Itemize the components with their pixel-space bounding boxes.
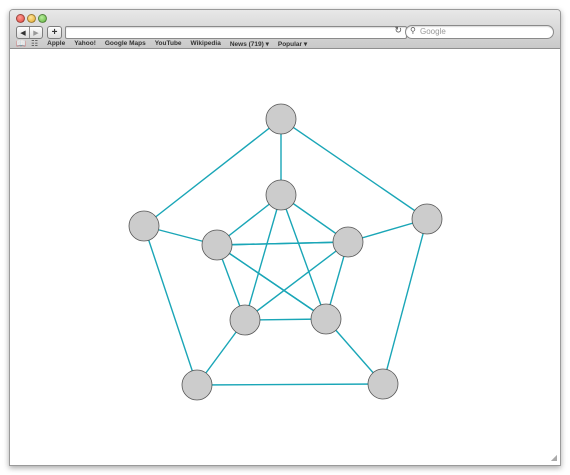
graph-edge-inner-top-inner-bottom-right xyxy=(280,194,327,320)
browser-window: ◀ ▶ + ↻ ⚲ Google 📖 ☷ Apple Yahoo! Google… xyxy=(9,9,561,466)
graph-edge-inner-bottom-left-inner-top xyxy=(244,194,282,321)
graph-edge-outer-right-outer-bottom-right xyxy=(382,218,428,385)
bookmark-popular[interactable]: Popular ▾ xyxy=(278,40,307,48)
graph-node-outer-top[interactable] xyxy=(265,103,297,135)
toolbar: ◀ ▶ + ↻ ⚲ Google 📖 ☷ Apple Yahoo! Google… xyxy=(10,10,560,49)
bookmark-news[interactable]: News (719) ▾ xyxy=(230,40,269,48)
forward-arrow-icon[interactable]: ▶ xyxy=(29,27,42,38)
add-tab-button[interactable]: + xyxy=(47,26,62,39)
graph-canvas xyxy=(128,103,443,401)
search-field[interactable]: ⚲ Google xyxy=(405,25,554,39)
bookmarks-bar: 📖 ☷ Apple Yahoo! Google Maps YouTube Wik… xyxy=(10,39,560,48)
search-placeholder: Google xyxy=(420,27,446,36)
graph-edge-outer-bottom-left-outer-left xyxy=(143,225,198,386)
graph-edge-outer-left-outer-top xyxy=(143,118,282,227)
back-arrow-icon[interactable]: ◀ xyxy=(17,27,29,38)
minimize-window-icon[interactable] xyxy=(27,14,36,23)
graph-node-outer-bottom-left[interactable] xyxy=(181,369,213,401)
bookmark-google-maps[interactable]: Google Maps xyxy=(105,40,146,47)
zoom-window-icon[interactable] xyxy=(38,14,47,23)
graph-edge-inner-right-inner-left xyxy=(216,241,349,246)
graph-node-inner-right[interactable] xyxy=(332,226,364,258)
search-icon: ⚲ xyxy=(410,26,416,35)
bookmark-apple[interactable]: Apple xyxy=(47,40,65,47)
graph-node-inner-bottom-left[interactable] xyxy=(229,304,261,336)
graph-node-inner-top[interactable] xyxy=(265,179,297,211)
graph-node-outer-right[interactable] xyxy=(411,203,443,235)
bookmark-youtube[interactable]: YouTube xyxy=(155,40,182,47)
graph-node-inner-left[interactable] xyxy=(201,229,233,261)
close-window-icon[interactable] xyxy=(16,14,25,23)
navigation-buttons: ◀ ▶ xyxy=(16,26,43,39)
reload-icon[interactable]: ↻ xyxy=(394,25,402,36)
resize-grip-icon[interactable]: ◢ xyxy=(551,453,557,462)
graph-node-outer-left[interactable] xyxy=(128,210,160,242)
page-content: ◢ xyxy=(10,49,560,465)
address-bar[interactable]: ↻ xyxy=(65,25,407,39)
grid-icon[interactable]: ☷ xyxy=(31,39,38,48)
bookmark-yahoo[interactable]: Yahoo! xyxy=(74,40,96,47)
graph-node-inner-bottom-right[interactable] xyxy=(310,303,342,335)
graph-edge-outer-bottom-right-outer-bottom-left xyxy=(196,383,384,386)
book-icon[interactable]: 📖 xyxy=(16,39,26,48)
graph-node-outer-bottom-right[interactable] xyxy=(367,368,399,400)
graph-edge-inner-left-inner-bottom-right xyxy=(216,244,327,320)
graph-edge-outer-top-outer-right xyxy=(280,118,428,220)
bookmark-wikipedia[interactable]: Wikipedia xyxy=(191,40,221,47)
